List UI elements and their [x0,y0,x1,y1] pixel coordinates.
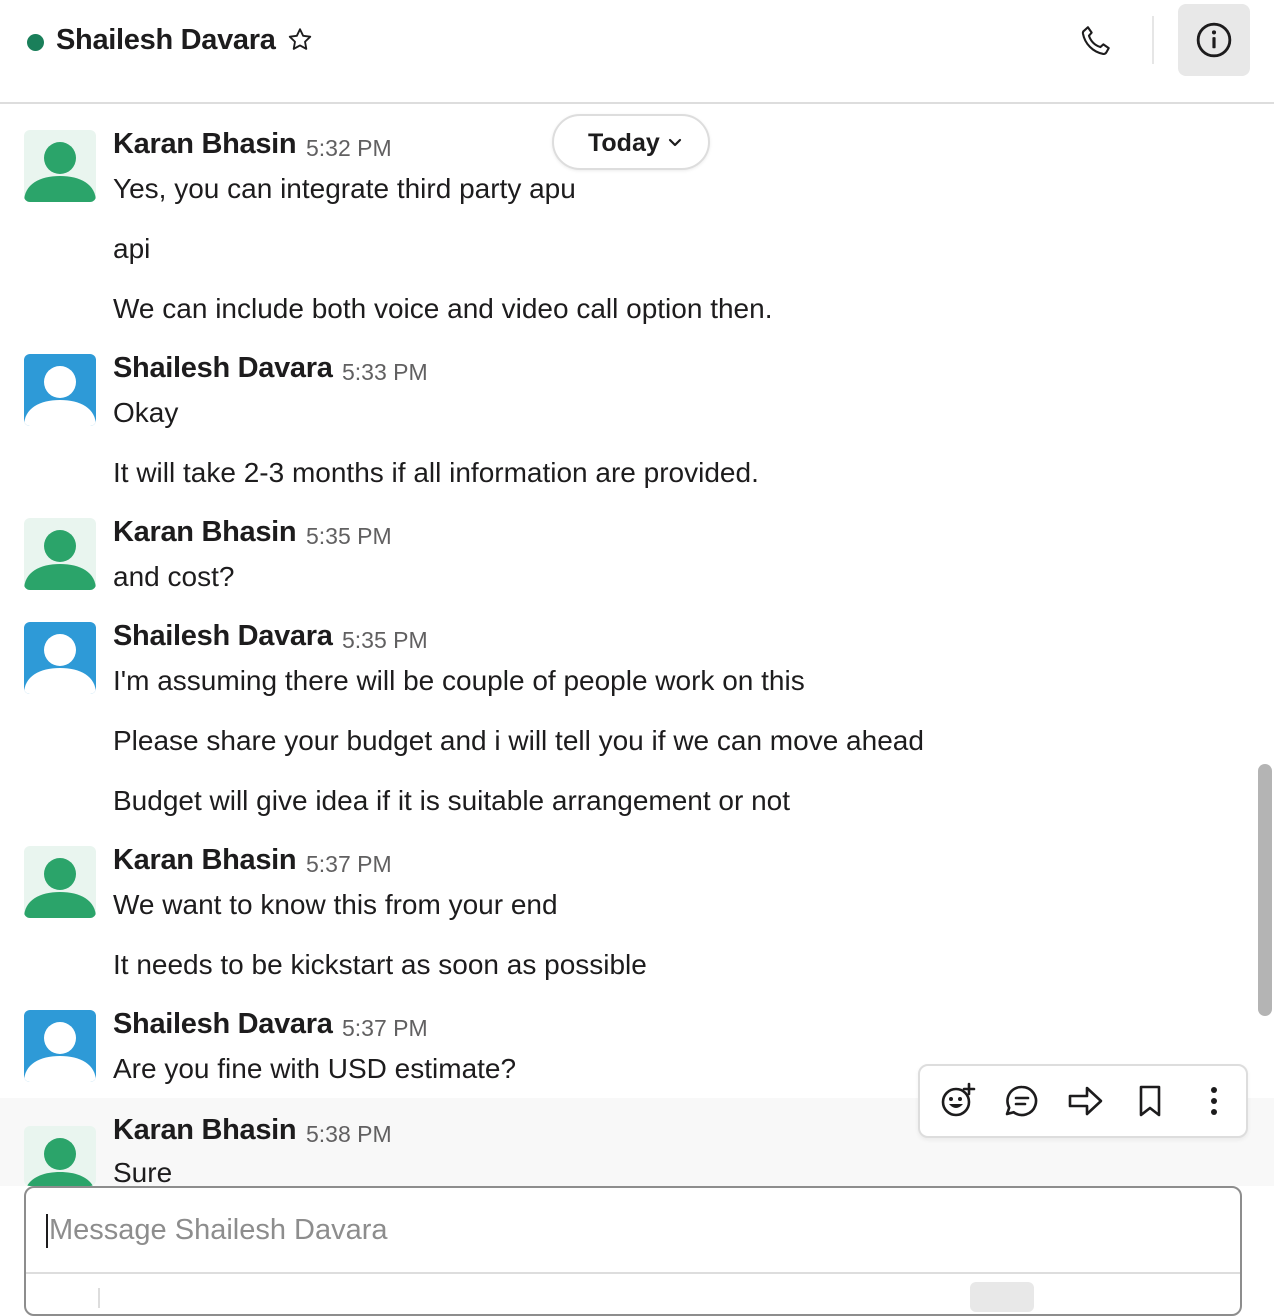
share-message-icon[interactable] [1066,1081,1106,1121]
message-sender[interactable]: Karan Bhasin [113,516,297,549]
message-text: Okay [113,397,179,428]
star-icon[interactable] [286,26,314,59]
message-text: It needs to be kickstart as soon as poss… [113,949,647,980]
info-icon [1196,22,1232,58]
message-sender[interactable]: Karan Bhasin [113,128,297,161]
message-timestamp[interactable]: 5:37 PM [306,851,392,878]
date-divider-label: Today [588,129,660,157]
message-text: We can include both voice and video call… [113,293,773,324]
chevron-down-icon [668,138,682,147]
channel-title[interactable]: Shailesh Davara [56,24,276,57]
composer-separator [98,1288,100,1308]
message-actions-toolbar [918,1064,1248,1138]
save-bookmark-icon[interactable] [1130,1081,1170,1121]
message-composer: Message Shailesh Davara [24,1186,1242,1316]
message-timestamp[interactable]: 5:38 PM [306,1121,392,1148]
avatar[interactable] [24,518,96,590]
avatar[interactable] [24,622,96,694]
message-sender[interactable]: Karan Bhasin [113,844,297,877]
message-list[interactable]: Karan Bhasin 5:32 PM Yes, you can integr… [0,104,1274,1186]
message-input-placeholder: Message Shailesh Davara [49,1214,388,1246]
message-text: api [113,233,151,264]
date-divider-button[interactable]: Today [552,114,710,170]
phone-icon[interactable] [1078,22,1114,63]
header-divider [1152,16,1154,64]
scrollbar-thumb[interactable] [1258,764,1272,1016]
message-timestamp[interactable]: 5:37 PM [342,1015,428,1042]
composer-toolbar-divider [26,1272,1240,1274]
message-timestamp[interactable]: 5:35 PM [306,523,392,550]
message-text: I'm assuming there will be couple of peo… [113,665,805,696]
avatar[interactable] [24,846,96,918]
avatar[interactable] [24,1010,96,1082]
presence-indicator [27,34,44,51]
message-timestamp[interactable]: 5:35 PM [342,627,428,654]
message-text: It will take 2-3 months if all informati… [113,457,759,488]
message-sender[interactable]: Karan Bhasin [113,1114,297,1147]
message-text: We want to know this from your end [113,889,558,920]
message-sender[interactable]: Shailesh Davara [113,620,333,653]
reply-in-thread-icon[interactable] [1002,1081,1042,1121]
message-timestamp[interactable]: 5:32 PM [306,135,392,162]
message-text: Budget will give idea if it is suitable … [113,785,791,816]
channel-header: Shailesh Davara [0,0,1274,104]
composer-toolbar-button[interactable] [970,1282,1034,1312]
avatar[interactable] [24,354,96,426]
message-text: Sure [113,1157,173,1186]
message-text: Please share your budget and i will tell… [113,725,924,756]
avatar[interactable] [24,1126,96,1186]
avatar[interactable] [24,130,96,202]
channel-details-button[interactable] [1178,4,1250,76]
message-sender[interactable]: Shailesh Davara [113,1008,333,1041]
message-text: Yes, you can integrate third party apu [113,173,576,204]
text-caret [46,1214,48,1248]
message-timestamp[interactable]: 5:33 PM [342,359,428,386]
message-text: and cost? [113,561,235,592]
message-sender[interactable]: Shailesh Davara [113,352,333,385]
message-text: Are you fine with USD estimate? [113,1053,517,1084]
more-actions-icon[interactable] [1194,1081,1234,1121]
message-input[interactable]: Message Shailesh Davara [46,1210,1196,1254]
add-reaction-icon[interactable] [938,1081,978,1121]
